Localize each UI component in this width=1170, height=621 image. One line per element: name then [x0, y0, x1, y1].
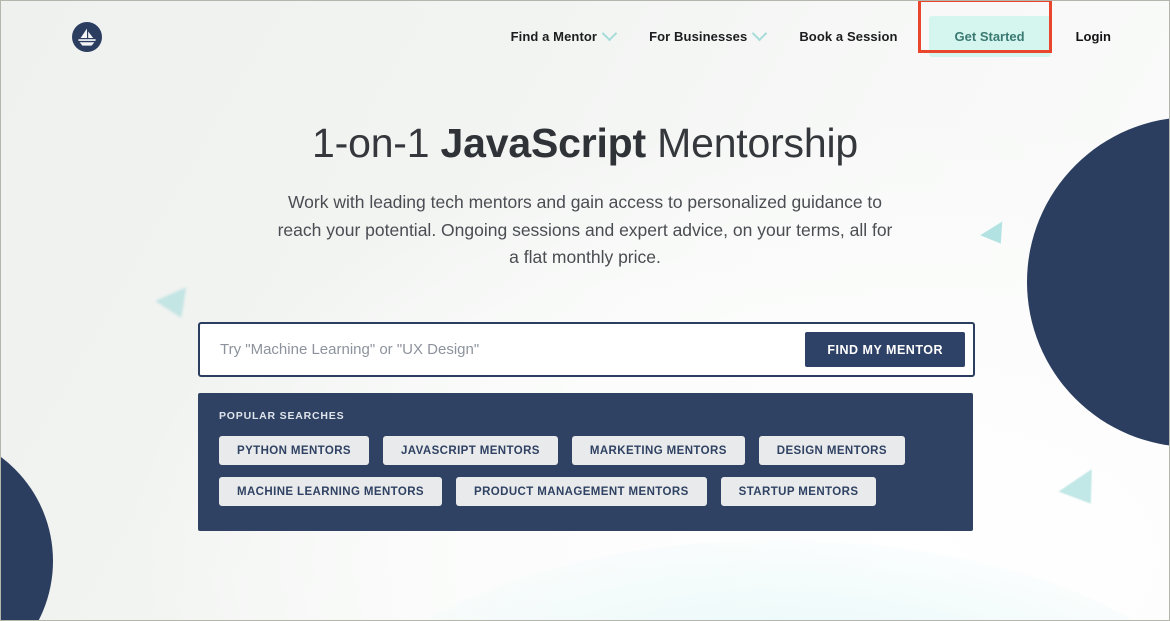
search-input[interactable]	[200, 341, 806, 358]
nav-item-book-a-session[interactable]: Book a Session	[782, 29, 914, 44]
browser-page: Find a Mentor For Businesses Book a Sess…	[0, 0, 1170, 621]
sailboat-circle-icon[interactable]	[71, 21, 103, 53]
login-link[interactable]: Login	[1060, 29, 1121, 44]
get-started-container: Get Started	[917, 1, 1052, 57]
headline-suffix: Mentorship	[645, 120, 858, 166]
chevron-down-icon	[752, 25, 768, 41]
chevron-down-icon	[601, 25, 618, 41]
main-navigation: Find a Mentor For Businesses Book a Sess…	[494, 1, 1121, 71]
headline-highlight: JavaScript	[440, 120, 647, 166]
popular-tag[interactable]: DESIGN MENTORS	[758, 436, 905, 465]
hero-subtitle: Work with leading tech mentors and gain …	[277, 191, 893, 268]
popular-tag[interactable]: PRODUCT MANAGEMENT MENTORS	[456, 477, 707, 506]
site-header: Find a Mentor For Businesses Book a Sess…	[1, 1, 1169, 71]
nav-item-label: Book a Session	[799, 28, 898, 44]
nav-item-label: Find a Mentor	[510, 28, 598, 44]
popular-searches-heading: POPULAR SEARCHES	[219, 410, 345, 422]
headline-prefix: 1-on-1	[312, 120, 441, 166]
get-started-button[interactable]: Get Started	[928, 15, 1051, 57]
page-title: 1-on-1 JavaScript Mentorship	[1, 120, 1169, 167]
popular-tag[interactable]: JAVASCRIPT MENTORS	[383, 436, 558, 465]
popular-searches-row-1: PYTHON MENTORS JAVASCRIPT MENTORS MARKET…	[216, 436, 955, 465]
popular-searches-row-2: MACHINE LEARNING MENTORS PRODUCT MANAGEM…	[216, 477, 955, 506]
popular-tag[interactable]: PYTHON MENTORS	[219, 436, 370, 465]
find-my-mentor-button[interactable]: FIND MY MENTOR	[805, 332, 965, 367]
mentor-search-bar: FIND MY MENTOR	[198, 322, 975, 377]
popular-tag[interactable]: MARKETING MENTORS	[571, 436, 745, 465]
nav-item-label: For Businesses	[649, 28, 748, 44]
nav-item-for-businesses[interactable]: For Businesses	[632, 25, 782, 44]
popular-searches-panel: POPULAR SEARCHES PYTHON MENTORS JAVASCRI…	[198, 393, 973, 531]
popular-tag[interactable]: STARTUP MENTORS	[720, 477, 877, 506]
nav-item-find-a-mentor[interactable]: Find a Mentor	[494, 25, 633, 44]
hero-section: 1-on-1 JavaScript Mentorship Work with l…	[1, 120, 1169, 272]
popular-tag[interactable]: MACHINE LEARNING MENTORS	[219, 477, 443, 506]
